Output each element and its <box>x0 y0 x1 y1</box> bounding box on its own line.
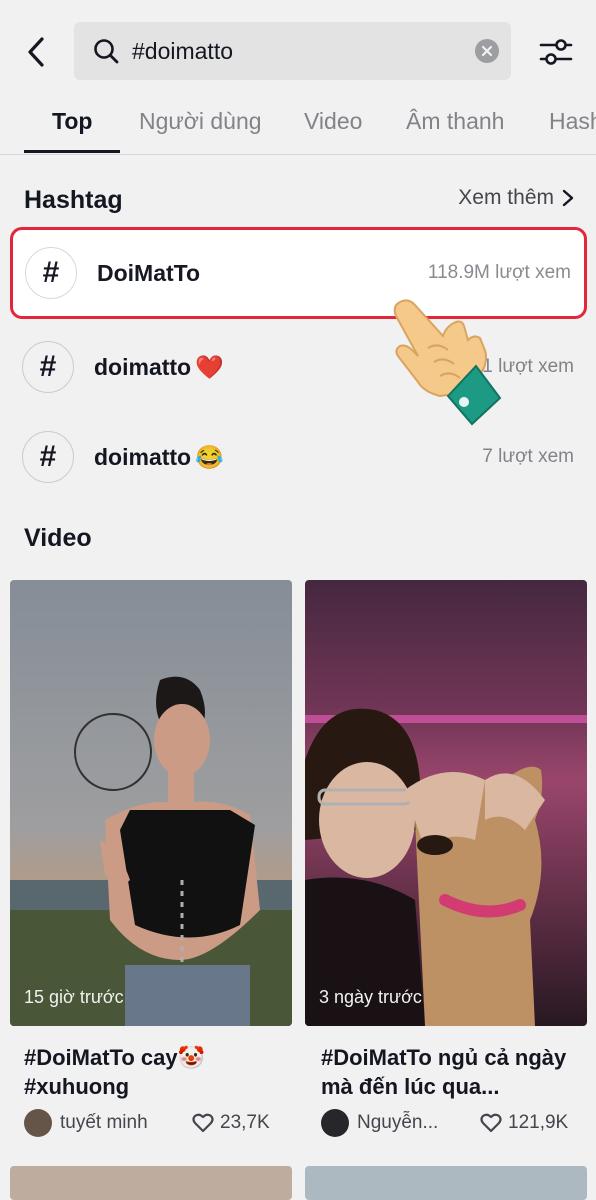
video-section-title: Video <box>24 524 92 552</box>
video-likes: 121,9K <box>480 1112 568 1134</box>
video-author[interactable]: tuyết minh <box>24 1109 148 1137</box>
video-thumbnail-image <box>10 580 292 1026</box>
heart-icon <box>192 1113 214 1133</box>
chevron-right-icon <box>562 189 574 207</box>
back-icon <box>28 37 44 67</box>
video-author[interactable]: Nguyễn... <box>321 1109 438 1137</box>
video-thumbnail[interactable]: 3 ngày trước <box>305 580 587 1026</box>
video-thumbnail-image <box>305 580 587 1026</box>
video-post-time: 3 ngày trước <box>319 987 422 1007</box>
video-thumbnail[interactable] <box>10 1166 292 1200</box>
video-thumbnail[interactable] <box>305 1166 587 1200</box>
tab-top[interactable]: Top <box>52 108 92 135</box>
hashtag-name: doimatto ❤️ <box>94 353 224 380</box>
like-count: 23,7K <box>220 1112 270 1133</box>
tab-video[interactable]: Video <box>304 108 362 135</box>
filter-icon[interactable] <box>538 34 574 70</box>
active-tab-indicator <box>24 150 120 153</box>
video-likes: 23,7K <box>192 1112 270 1134</box>
search-icon <box>94 39 119 64</box>
author-name: Nguyễn... <box>357 1112 439 1133</box>
hashtag-emoji: 😂 <box>195 443 224 470</box>
hashtag-views: 7 lượt xem <box>482 446 574 467</box>
tab-users[interactable]: Người dùng <box>139 108 262 135</box>
hashtag-name: doimatto 😂 <box>94 443 224 470</box>
tab-hashtags[interactable]: Hashtag <box>549 108 596 135</box>
tab-sounds[interactable]: Âm thanh <box>406 108 504 135</box>
video-post-time: 15 giờ trước <box>24 987 124 1007</box>
video-caption[interactable]: #DoiMatTo ngủ cả ngày mà đến lúc qua... <box>321 1043 569 1101</box>
hash-icon: # <box>22 431 74 483</box>
hashtag-emoji: ❤️ <box>195 353 224 380</box>
hashtag-section-title: Hashtag <box>24 186 123 214</box>
search-input[interactable]: #doimatto <box>132 38 475 65</box>
video-thumbnail[interactable]: 15 giờ trước <box>10 580 292 1026</box>
see-more-label: Xem thêm <box>458 186 554 209</box>
heart-icon <box>480 1113 502 1133</box>
hash-icon: # <box>25 247 77 299</box>
back-button[interactable] <box>20 32 52 72</box>
clear-icon <box>481 45 493 57</box>
hash-icon: # <box>22 341 74 393</box>
avatar <box>321 1109 349 1137</box>
author-name: tuyết minh <box>60 1112 148 1133</box>
like-count: 121,9K <box>508 1112 569 1133</box>
top-bar: #doimatto <box>0 0 596 100</box>
avatar <box>24 1109 52 1137</box>
pointing-hand-icon <box>393 299 502 426</box>
search-bar[interactable]: #doimatto <box>74 22 511 80</box>
hashtag-views: 118.9M lượt xem <box>427 262 571 283</box>
video-caption[interactable]: #DoiMatTo cay🤡 #xuhuong <box>24 1043 284 1101</box>
clear-button[interactable] <box>475 39 499 63</box>
see-more-link[interactable]: Xem thêm <box>458 186 574 210</box>
tab-bar: Top Người dùng Video Âm thanh Hashtag <box>0 100 596 155</box>
hashtag-name: DoiMatTo <box>97 259 201 286</box>
